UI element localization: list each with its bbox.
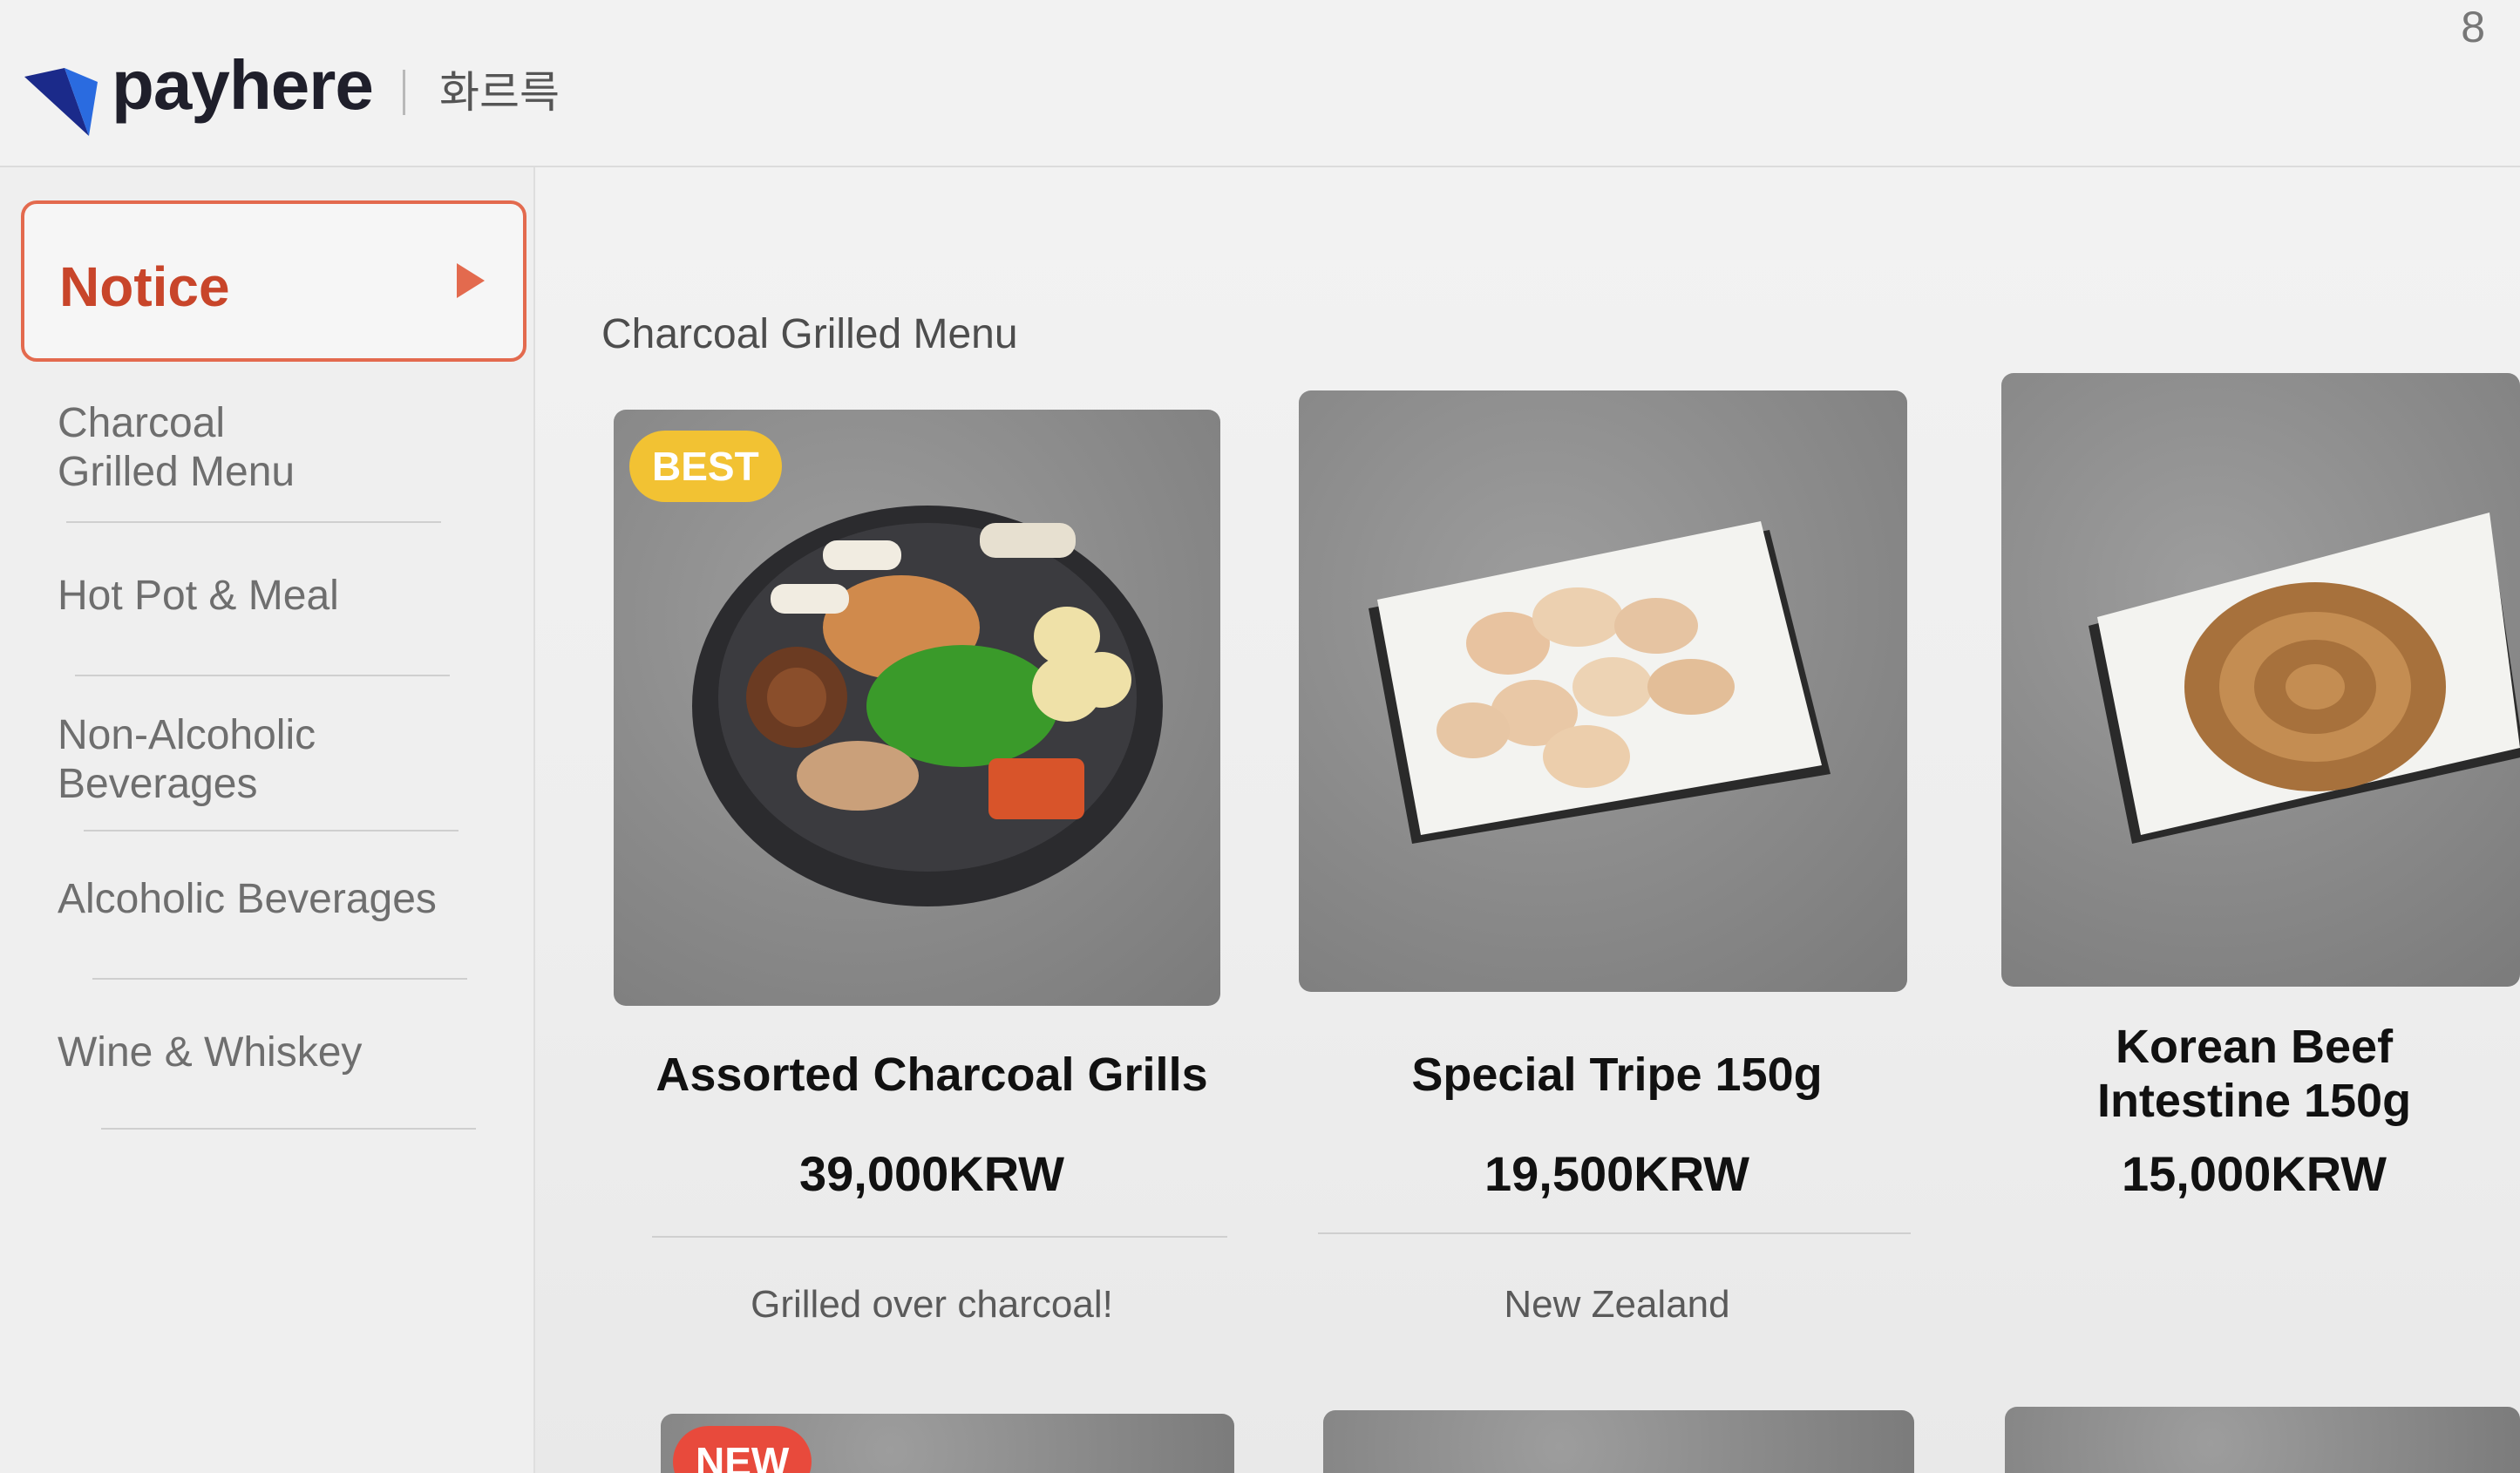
sidebar-divider: [84, 830, 458, 832]
card-divider: [1318, 1232, 1911, 1234]
top-header: payhere 화르륵 8: [0, 0, 2520, 167]
product-image: [1299, 390, 1907, 992]
sidebar-item-charcoal-grilled-menu[interactable]: Charcoal Grilled Menu: [58, 399, 493, 497]
intestine-plate-image: [2089, 512, 2520, 844]
new-badge: NEW: [673, 1426, 812, 1473]
product-image: [2001, 373, 2520, 987]
sidebar-divider: [75, 675, 450, 676]
sidebar-item-wine-whiskey[interactable]: Wine & Whiskey: [58, 1028, 493, 1077]
kiosk-screen: payhere 화르륵 8 Notice Charcoal Grilled Me…: [0, 0, 2520, 1473]
notice-label: Notice: [59, 255, 230, 318]
card-divider: [652, 1236, 1227, 1238]
category-sidebar: Notice Charcoal Grilled Menu Hot Pot & M…: [0, 167, 535, 1473]
header-divider: [403, 70, 405, 115]
corner-number: 8: [2461, 3, 2485, 51]
notice-button[interactable]: Notice: [21, 200, 526, 362]
product-description: New Zealand: [1504, 1283, 1730, 1326]
product-image: [2005, 1407, 2520, 1473]
sidebar-item-alcoholic-beverages[interactable]: Alcoholic Beverages: [58, 875, 493, 924]
section-title: Charcoal Grilled Menu: [601, 311, 1018, 357]
store-name: 화르륵: [439, 68, 560, 117]
product-price: 19,500KRW: [1484, 1146, 1749, 1201]
tripe-plate-image: [1369, 521, 1831, 844]
payhere-logo-icon: [24, 68, 98, 136]
product-image: [1323, 1410, 1914, 1473]
product-name: Korean Beef Intestine 150g: [2096, 1021, 2412, 1127]
product-price: 15,000KRW: [2121, 1146, 2387, 1201]
sidebar-item-hot-pot-meal[interactable]: Hot Pot & Meal: [58, 572, 493, 621]
product-name: Special Tripe 150g: [1411, 1049, 1823, 1101]
product-description: Grilled over charcoal!: [751, 1283, 1113, 1326]
product-price: 39,000KRW: [798, 1146, 1064, 1201]
sidebar-divider: [92, 978, 467, 980]
sidebar-divider: [101, 1128, 476, 1130]
sidebar-item-non-alcoholic-beverages[interactable]: Non-Alcoholic Beverages: [58, 711, 493, 809]
brand-name: payhere: [112, 46, 374, 124]
product-name: Assorted Charcoal Grills: [655, 1049, 1208, 1101]
best-badge: BEST: [629, 431, 782, 502]
play-arrow-icon: [457, 263, 485, 298]
sidebar-divider: [66, 521, 441, 523]
